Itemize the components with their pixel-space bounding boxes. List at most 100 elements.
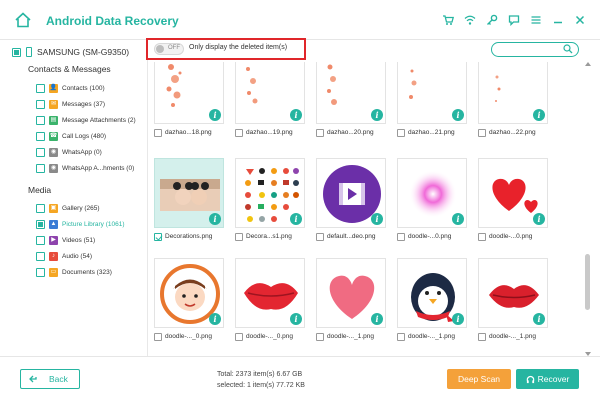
search-input[interactable] [491, 42, 579, 57]
info-icon[interactable]: i [290, 313, 302, 325]
checkbox[interactable] [36, 147, 45, 157]
checkbox[interactable] [36, 251, 45, 261]
scrollbar[interactable] [584, 62, 592, 356]
file-tile[interactable]: i Decorations.png [154, 158, 224, 242]
checkbox[interactable] [36, 267, 45, 277]
checkbox[interactable] [36, 235, 45, 245]
file-checkbox[interactable] [397, 332, 405, 341]
info-icon[interactable]: i [290, 109, 302, 121]
checkbox[interactable] [36, 163, 45, 173]
thumbnail[interactable]: i [235, 258, 305, 328]
file-checkbox[interactable] [478, 332, 486, 341]
file-tile[interactable]: i doodle-..._0.png [235, 258, 305, 342]
thumbnail[interactable]: i [316, 62, 386, 124]
file-checkbox[interactable] [316, 128, 324, 137]
thumbnail[interactable]: i [235, 158, 305, 228]
chat-icon[interactable] [506, 12, 522, 28]
search-icon[interactable] [563, 44, 573, 54]
file-tile[interactable]: i doodle-...0.png [397, 158, 467, 242]
file-checkbox[interactable] [397, 232, 405, 241]
sidebar-item-audio[interactable]: ♪ Audio (54) [36, 250, 92, 262]
checkbox[interactable] [36, 115, 45, 125]
file-checkbox[interactable] [154, 332, 162, 341]
file-tile[interactable]: i doodle-..._1.png [478, 258, 548, 342]
file-tile[interactable]: i dazhao...18.png [154, 62, 224, 138]
scroll-thumb[interactable] [585, 254, 590, 310]
device-checkbox[interactable] [12, 47, 21, 57]
thumbnail[interactable]: i [235, 62, 305, 124]
file-checkbox[interactable] [235, 232, 243, 241]
file-tile[interactable]: i dazhao...21.png [397, 62, 467, 138]
sidebar-item-videos[interactable]: ▶ Videos (51) [36, 234, 95, 246]
thumbnail[interactable]: i [316, 158, 386, 228]
sidebar-item-contacts[interactable]: 👤 Contacts (100) [36, 82, 105, 94]
file-tile[interactable]: i dazhao...22.png [478, 62, 548, 138]
file-tile[interactable]: i doodle-..._1.png [397, 258, 467, 342]
info-icon[interactable]: i [209, 109, 221, 121]
checkbox[interactable] [36, 83, 45, 93]
file-tile[interactable]: i dazhao...20.png [316, 62, 386, 138]
file-checkbox[interactable] [316, 332, 324, 341]
thumbnail[interactable]: i [154, 62, 224, 124]
file-checkbox[interactable] [316, 232, 324, 241]
thumbnail[interactable]: i [154, 258, 224, 328]
checkbox[interactable] [36, 219, 45, 229]
back-button[interactable]: Back [20, 369, 80, 389]
thumbnail[interactable]: i [397, 62, 467, 124]
file-checkbox[interactable] [397, 128, 405, 137]
cart-icon[interactable] [440, 12, 456, 28]
info-icon[interactable]: i [371, 213, 383, 225]
info-icon[interactable]: i [533, 213, 545, 225]
file-tile[interactable]: i doodle-..._1.png [316, 258, 386, 342]
minimize-icon[interactable] [550, 12, 566, 28]
close-icon[interactable] [572, 12, 588, 28]
info-icon[interactable]: i [209, 213, 221, 225]
home-icon[interactable] [14, 11, 32, 29]
scroll-up-icon[interactable] [585, 62, 591, 66]
file-checkbox[interactable] [478, 128, 486, 137]
deep-scan-button[interactable]: Deep Scan [447, 369, 511, 389]
file-checkbox[interactable] [235, 332, 243, 341]
thumbnail[interactable]: i [478, 62, 548, 124]
sidebar-item-picture-library[interactable]: ▲ Picture Library (1061) [36, 218, 125, 230]
info-icon[interactable]: i [290, 213, 302, 225]
file-tile[interactable]: i dazhao...19.png [235, 62, 305, 138]
key-icon[interactable] [484, 12, 500, 28]
device-row[interactable]: SAMSUNG (SM-G9350) [12, 44, 129, 60]
file-tile[interactable]: i doodle-...0.png [478, 158, 548, 242]
info-icon[interactable]: i [209, 313, 221, 325]
file-tile[interactable]: i doodle-..._0.png [154, 258, 224, 342]
checkbox[interactable] [36, 99, 45, 109]
file-checkbox[interactable] [478, 232, 486, 241]
info-icon[interactable]: i [371, 313, 383, 325]
sidebar-item-whatsapp-attachments[interactable]: ◉ WhatsApp A...hments (0) [36, 162, 134, 174]
thumbnail[interactable]: i [397, 258, 467, 328]
info-icon[interactable]: i [452, 109, 464, 121]
info-icon[interactable]: i [452, 213, 464, 225]
thumbnail[interactable]: i [478, 158, 548, 228]
checkbox[interactable] [36, 203, 45, 213]
file-checkbox[interactable] [235, 128, 243, 137]
info-icon[interactable]: i [452, 313, 464, 325]
checkbox[interactable] [36, 131, 45, 141]
recover-button[interactable]: Recover [516, 369, 579, 389]
wifi-icon[interactable] [462, 12, 478, 28]
file-checkbox[interactable] [154, 128, 162, 137]
sidebar-item-call-logs[interactable]: ☎ Call Logs (480) [36, 130, 106, 142]
sidebar-item-messages[interactable]: ✉ Messages (37) [36, 98, 105, 110]
menu-icon[interactable] [528, 12, 544, 28]
sidebar-item-message-attachments[interactable]: ▤ Message Attachments (2) [36, 114, 136, 126]
thumbnail[interactable]: i [478, 258, 548, 328]
info-icon[interactable]: i [533, 109, 545, 121]
thumbnail[interactable]: i [154, 158, 224, 228]
file-tile[interactable]: i default...deo.png [316, 158, 386, 242]
sidebar-item-documents[interactable]: ▭ Documents (323) [36, 266, 112, 278]
thumbnail[interactable]: i [397, 158, 467, 228]
file-tile[interactable]: i Decora...s1.png [235, 158, 305, 242]
thumbnail[interactable]: i [316, 258, 386, 328]
sidebar-item-whatsapp[interactable]: ◉ WhatsApp (0) [36, 146, 102, 158]
file-checkbox[interactable] [154, 232, 162, 241]
sidebar-item-gallery[interactable]: ▣ Gallery (265) [36, 202, 100, 214]
info-icon[interactable]: i [533, 313, 545, 325]
info-icon[interactable]: i [371, 109, 383, 121]
